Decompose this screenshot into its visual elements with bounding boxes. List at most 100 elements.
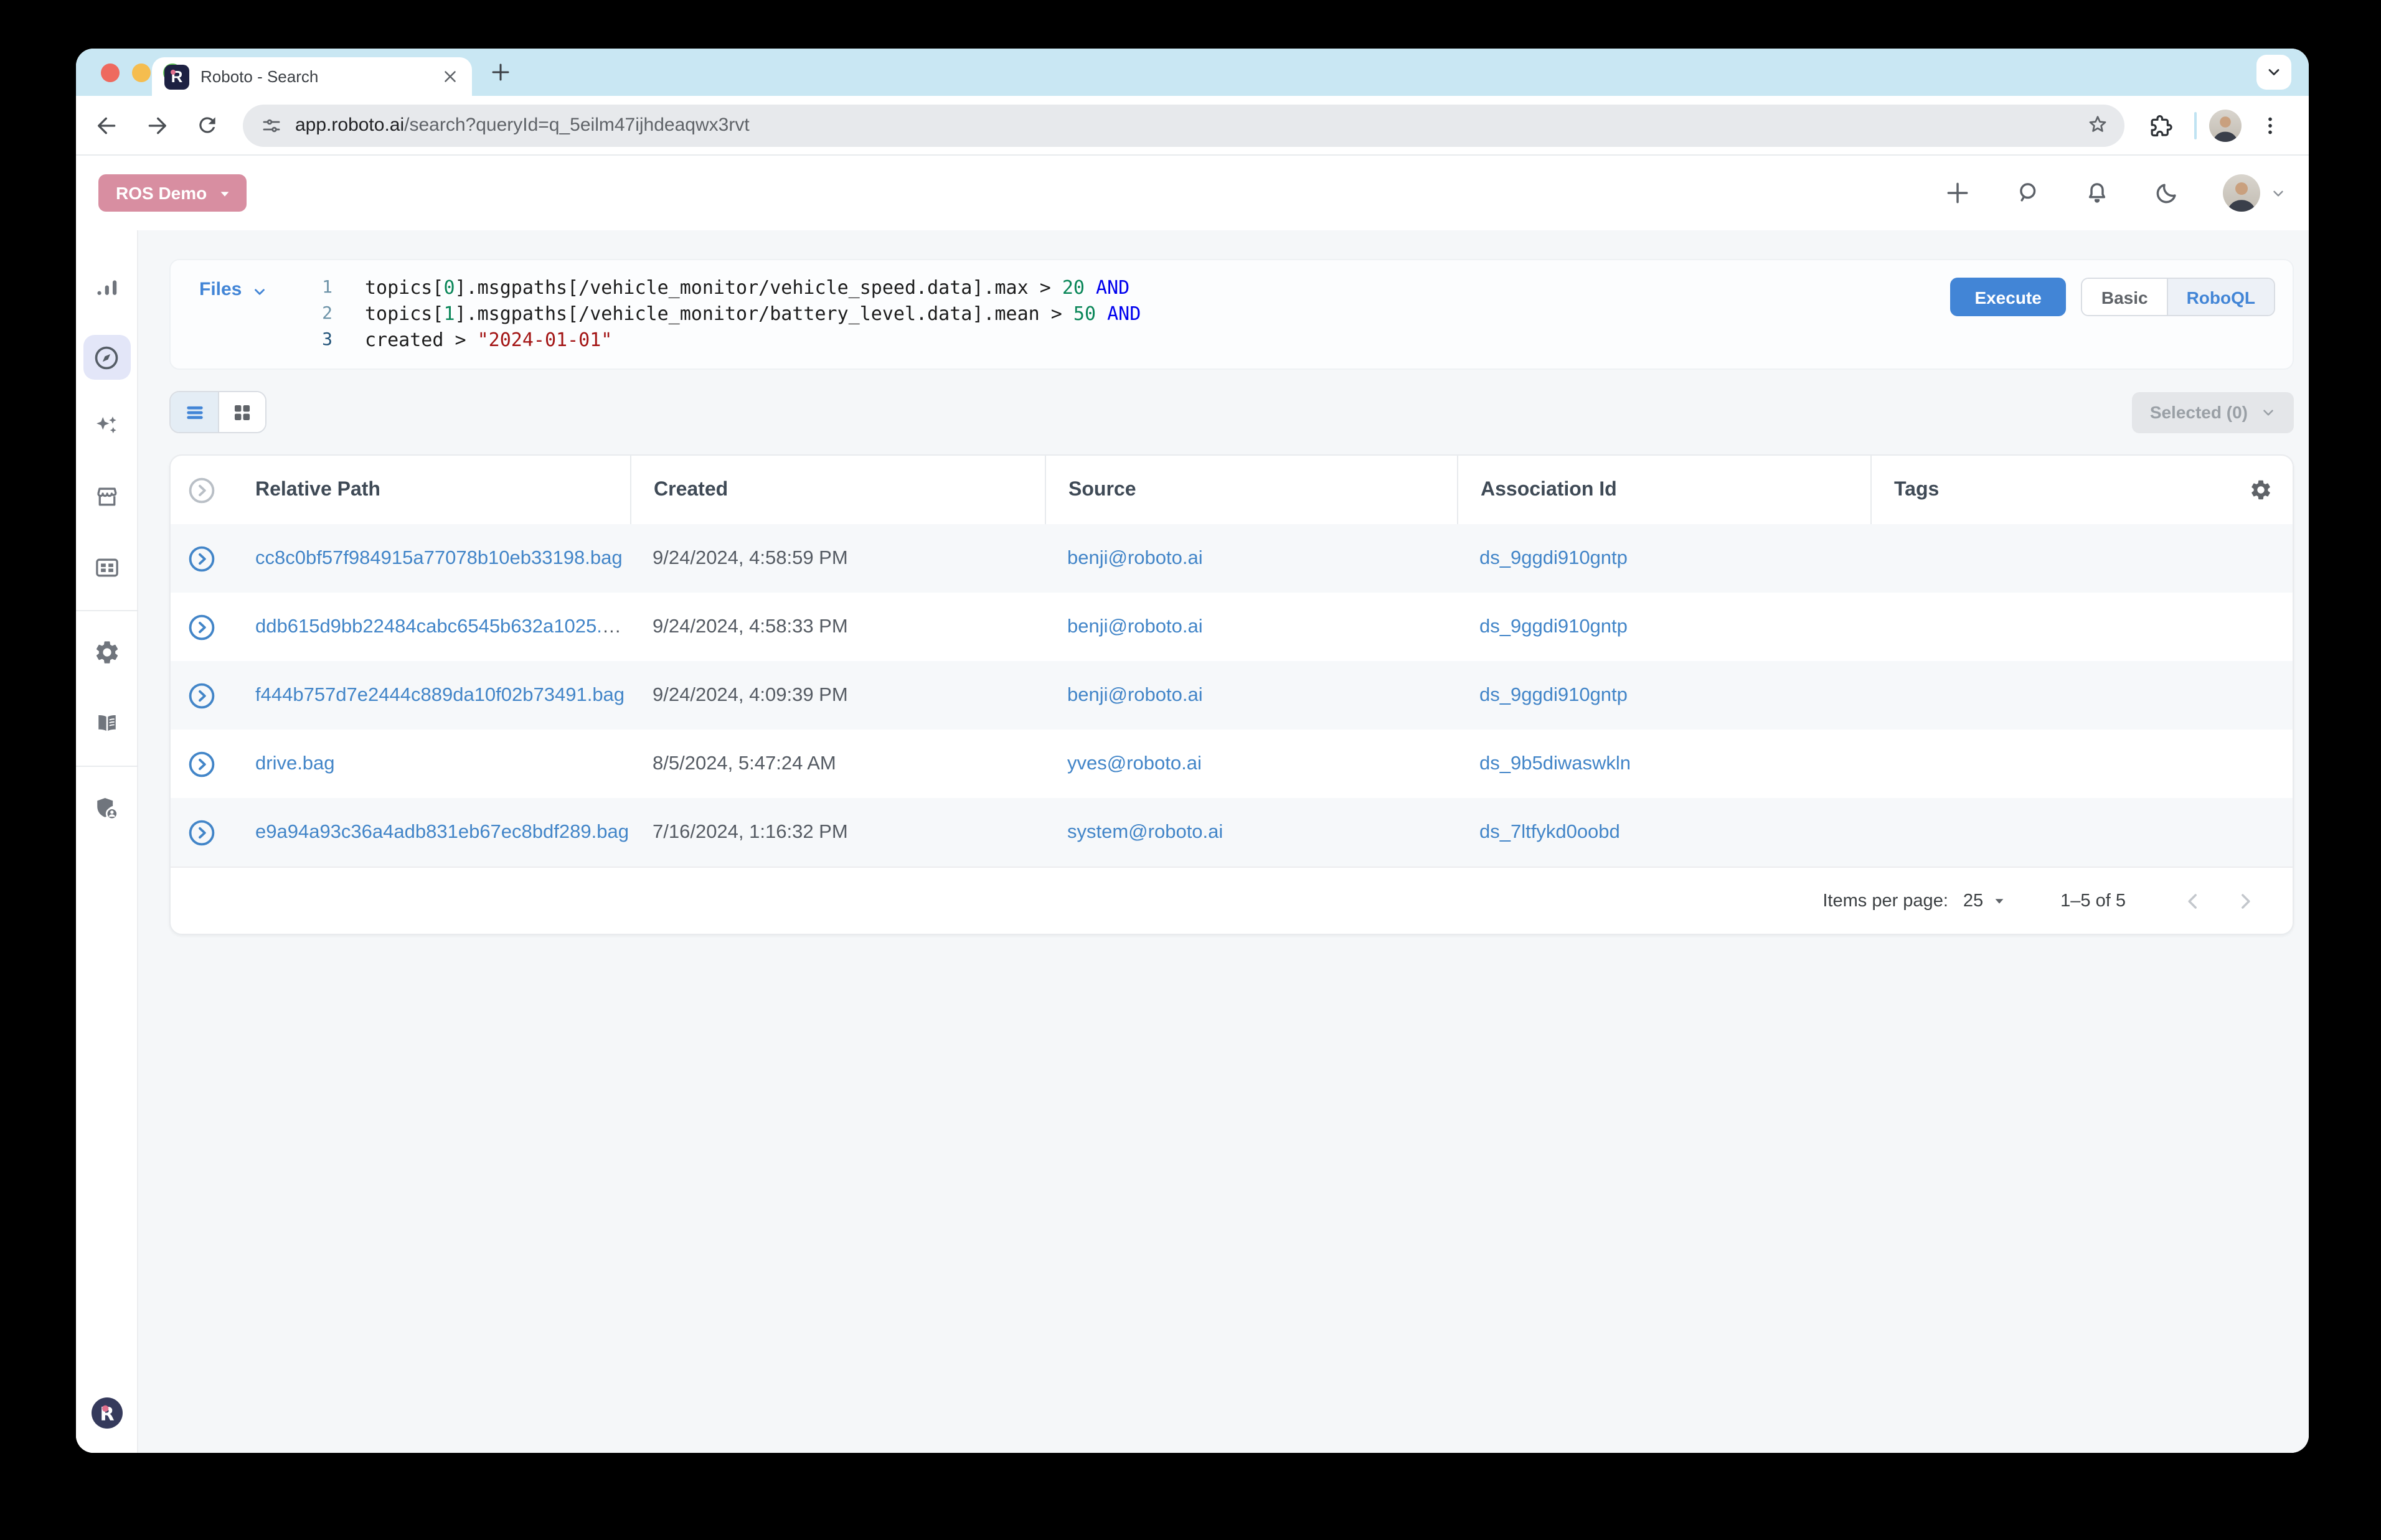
chevron-down-icon bbox=[2260, 404, 2276, 420]
sidebar-divider bbox=[76, 610, 138, 611]
create-new-button[interactable] bbox=[1944, 179, 1971, 207]
back-button[interactable] bbox=[86, 104, 128, 146]
sidebar-item-admin[interactable] bbox=[82, 783, 131, 833]
browser-profile-avatar[interactable] bbox=[2209, 109, 2242, 141]
expand-all-icon[interactable] bbox=[187, 475, 217, 505]
grid-view-button[interactable] bbox=[218, 392, 265, 432]
relative-path-link[interactable]: f444b757d7e2444c889da10f02b73491.bag bbox=[255, 684, 625, 705]
shield-user-icon bbox=[92, 794, 121, 822]
column-header-association-id: Association Id bbox=[1457, 456, 1870, 524]
code-line[interactable]: 2topics[1].msgpaths[/vehicle_monitor/bat… bbox=[300, 301, 1930, 327]
extensions-button[interactable] bbox=[2139, 104, 2182, 146]
browser-menu-button[interactable] bbox=[2249, 104, 2291, 146]
association-id-link[interactable]: ds_9ggdi910gntp bbox=[1479, 684, 1628, 705]
association-id-link[interactable]: ds_9b5diwaswkln bbox=[1479, 753, 1631, 774]
created-cell: 9/24/2024, 4:58:33 PM bbox=[630, 616, 1045, 638]
row-expand-button[interactable] bbox=[187, 543, 217, 573]
source-link[interactable]: yves@roboto.ai bbox=[1067, 753, 1202, 774]
source-link[interactable]: system@roboto.ai bbox=[1067, 821, 1223, 842]
app-top-bar: ROS Demo bbox=[76, 156, 2309, 230]
code-line-text: topics[0].msgpaths[/vehicle_monitor/vehi… bbox=[365, 275, 1129, 301]
new-tab-button[interactable] bbox=[489, 61, 512, 83]
source-link[interactable]: benji@roboto.ai bbox=[1067, 616, 1203, 637]
pagination-range: 1–5 of 5 bbox=[2060, 891, 2126, 911]
reload-button[interactable] bbox=[186, 104, 228, 146]
relative-path-link[interactable]: e9a94a93c36a4adb831eb67ec8bdf289.bag bbox=[255, 821, 629, 842]
execute-button[interactable]: Execute bbox=[1950, 278, 2066, 316]
list-view-button[interactable] bbox=[171, 392, 218, 432]
tab-title: Roboto - Search bbox=[200, 67, 430, 86]
column-header-tags: Tags bbox=[1894, 479, 1939, 501]
bookmark-star-icon[interactable] bbox=[2086, 113, 2110, 137]
storefront-icon bbox=[93, 483, 120, 510]
mode-basic-button[interactable]: Basic bbox=[2083, 279, 2167, 315]
sidebar-item-analytics[interactable] bbox=[82, 264, 131, 314]
org-selector-button[interactable]: ROS Demo bbox=[98, 174, 247, 212]
sidebar-item-marketplace[interactable] bbox=[82, 472, 131, 522]
forward-button[interactable] bbox=[136, 104, 178, 146]
url-bar[interactable]: app.roboto.ai/search?queryId=q_5eilm47ij… bbox=[243, 104, 2124, 146]
url-text: app.roboto.ai/search?queryId=q_5eilm47ij… bbox=[295, 115, 2073, 136]
row-expand-button[interactable] bbox=[187, 749, 217, 779]
site-settings-icon[interactable] bbox=[260, 114, 283, 136]
association-id-link[interactable]: ds_9ggdi910gntp bbox=[1479, 616, 1628, 637]
tab-close-icon[interactable] bbox=[441, 67, 460, 86]
mode-roboql-button[interactable]: RoboQL bbox=[2167, 279, 2274, 315]
query-scope-dropdown[interactable]: Files bbox=[171, 275, 300, 354]
sidebar-item-settings[interactable] bbox=[82, 627, 131, 677]
source-link[interactable]: benji@roboto.ai bbox=[1067, 547, 1203, 568]
association-id-link[interactable]: ds_9ggdi910gntp bbox=[1479, 547, 1628, 568]
selected-label: Selected (0) bbox=[2150, 402, 2248, 422]
chevron-down-icon bbox=[2270, 185, 2286, 201]
tab-strip: R Roboto - Search bbox=[76, 49, 2309, 96]
query-panel: Files 1topics[0].msgpaths[/vehicle_monit… bbox=[169, 259, 2294, 370]
table-settings-gear-icon[interactable] bbox=[2249, 478, 2273, 502]
browser-tab[interactable]: R Roboto - Search bbox=[152, 57, 472, 96]
reload-icon bbox=[195, 113, 219, 137]
results-table: Relative Path Created Source Association… bbox=[169, 454, 2294, 935]
previous-page-button[interactable] bbox=[2176, 883, 2210, 918]
list-view-icon bbox=[182, 400, 206, 424]
row-expand-chevron-icon bbox=[187, 749, 217, 779]
puzzle-icon bbox=[2148, 113, 2173, 138]
relative-path-link[interactable]: ddb615d9bb22484cabc6545b632a1025.bag bbox=[255, 616, 630, 637]
dark-mode-toggle[interactable] bbox=[2153, 179, 2181, 207]
relative-path-link[interactable]: cc8c0bf57f984915a77078b10eb33198.bag bbox=[255, 547, 623, 568]
created-cell: 9/24/2024, 4:58:59 PM bbox=[630, 547, 1045, 570]
code-line-text: topics[1].msgpaths[/vehicle_monitor/batt… bbox=[365, 301, 1141, 327]
selected-dropdown-button[interactable]: Selected (0) bbox=[2133, 392, 2294, 433]
person-photo-icon bbox=[2209, 109, 2242, 141]
row-expand-chevron-icon bbox=[187, 680, 217, 710]
row-expand-chevron-icon bbox=[187, 817, 217, 847]
column-header-relative-path: Relative Path bbox=[233, 456, 630, 524]
window-minimize-button[interactable] bbox=[132, 63, 151, 82]
next-page-button[interactable] bbox=[2228, 883, 2263, 918]
table-header: Relative Path Created Source Association… bbox=[171, 456, 2293, 524]
row-expand-chevron-icon bbox=[187, 612, 217, 642]
sidebar-item-explore[interactable] bbox=[83, 335, 130, 380]
tab-search-button[interactable] bbox=[2256, 55, 2291, 90]
code-editor[interactable]: 1topics[0].msgpaths[/vehicle_monitor/veh… bbox=[300, 275, 1930, 354]
code-line[interactable]: 1topics[0].msgpaths[/vehicle_monitor/veh… bbox=[300, 275, 1930, 301]
row-expand-button[interactable] bbox=[187, 612, 217, 642]
code-lines: 1topics[0].msgpaths[/vehicle_monitor/veh… bbox=[300, 275, 1930, 354]
user-menu[interactable] bbox=[2223, 174, 2286, 212]
association-id-link[interactable]: ds_7ltfykd0oobd bbox=[1479, 821, 1620, 842]
row-expand-button[interactable] bbox=[187, 680, 217, 710]
source-link[interactable]: benji@roboto.ai bbox=[1067, 684, 1203, 705]
column-header-created: Created bbox=[630, 456, 1045, 524]
window-close-button[interactable] bbox=[101, 63, 120, 82]
row-expand-button[interactable] bbox=[187, 817, 217, 847]
moon-icon bbox=[2153, 179, 2181, 207]
user-avatar[interactable] bbox=[2223, 174, 2260, 212]
chevron-right-icon bbox=[2233, 888, 2258, 913]
sidebar-item-datasets[interactable] bbox=[82, 543, 131, 593]
sidebar-item-docs[interactable] bbox=[82, 698, 131, 748]
items-per-page-select[interactable]: 25 bbox=[1963, 891, 2006, 911]
relative-path-link[interactable]: drive.bag bbox=[255, 753, 335, 774]
search-button[interactable] bbox=[2014, 179, 2041, 207]
code-line[interactable]: 3created > "2024-01-01" bbox=[300, 327, 1930, 354]
sidebar-item-ai[interactable] bbox=[82, 401, 131, 451]
roboto-favicon-icon: R bbox=[164, 64, 189, 89]
notifications-button[interactable] bbox=[2083, 179, 2111, 207]
